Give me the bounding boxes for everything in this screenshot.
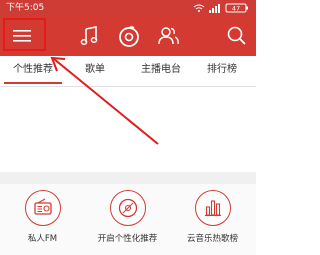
annotation-arrow	[50, 56, 159, 145]
